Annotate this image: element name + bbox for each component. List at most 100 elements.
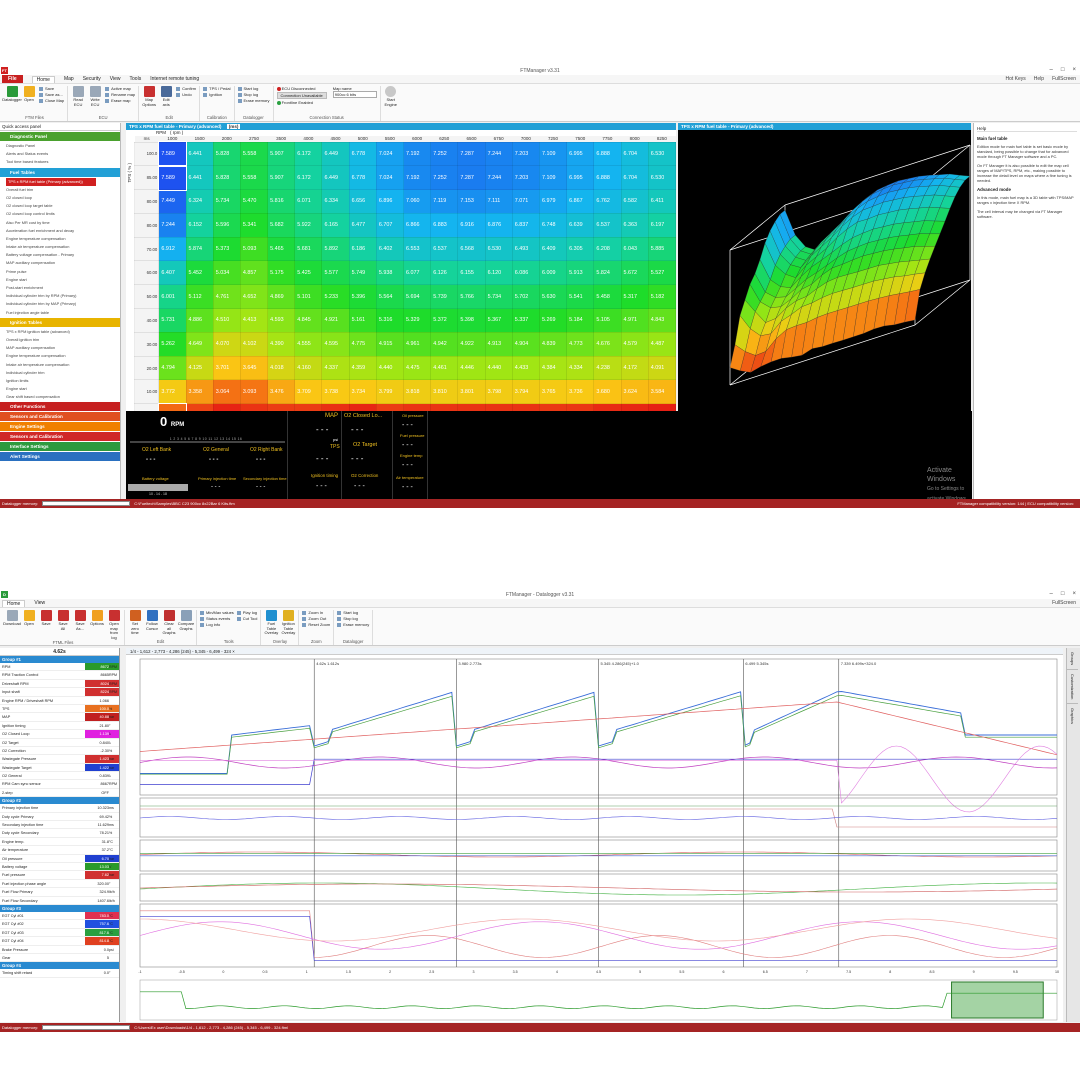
tps-axis-cell[interactable]: 40.00 <box>133 308 160 333</box>
fuel-cell[interactable]: 4.904 <box>511 331 540 357</box>
fuel-cell[interactable]: 6.778 <box>348 165 377 191</box>
maximize-icon[interactable]: □ <box>1061 591 1065 597</box>
qap-item[interactable]: Individual cylinder trim by RPM (Primary… <box>0 292 120 300</box>
fuel-cell[interactable]: 4.593 <box>267 308 296 333</box>
qap-item[interactable]: Overall ignition trim <box>0 336 120 344</box>
fuel-cell[interactable]: 4.915 <box>375 331 405 357</box>
fuel-cell[interactable]: 4.579 <box>620 331 649 357</box>
fuel-cell[interactable]: 6.896 <box>375 189 405 214</box>
ribbon-small-button[interactable]: Play log <box>237 610 258 615</box>
ribbon-button[interactable]: Fuel Table Overlay <box>264 610 278 636</box>
fuel-cell[interactable]: 5.233 <box>321 284 350 310</box>
channel-row[interactable]: Gear 5 <box>0 954 119 963</box>
qap-item[interactable]: TPS x RPM ignition table (advanced) <box>0 328 120 336</box>
fuel-cell[interactable]: 6.363 <box>620 212 649 238</box>
channel-row[interactable]: O2 Closed Loop 1.139 λ <box>0 730 119 739</box>
overview-strip[interactable] <box>139 979 1058 1021</box>
channel-row[interactable]: Fuel Flow Primary 324.9 lb/h <box>0 888 119 897</box>
fuel-cell[interactable]: 6.656 <box>348 189 377 214</box>
tab-groups[interactable]: Groups <box>1067 648 1078 671</box>
fuel-cell[interactable]: 7.589 <box>157 141 188 167</box>
fuel-cell[interactable]: 5.564 <box>375 284 405 310</box>
start-engine-button[interactable]: Start Engine <box>384 86 398 107</box>
fuel-cell[interactable]: 3.798 <box>484 379 513 405</box>
ribbon-button[interactable]: Download <box>3 610 21 627</box>
fuel-cell[interactable]: 5.577 <box>321 260 350 286</box>
fuel-cell[interactable]: 5.452 <box>185 260 214 286</box>
channel-row[interactable]: Primary injection time 10.323 ms <box>0 804 119 813</box>
menu-home[interactable]: Home <box>31 75 55 83</box>
fuel-cell[interactable]: 5.766 <box>457 284 486 310</box>
qap-item[interactable]: O2 closed loop control limits <box>0 210 120 218</box>
fuel-cell[interactable]: 5.749 <box>348 260 377 286</box>
fuel-cell[interactable]: 4.843 <box>647 308 677 333</box>
fuel-cell[interactable]: 5.558 <box>239 165 269 191</box>
menu-home[interactable]: Home <box>2 599 26 607</box>
fuel-cell[interactable]: 4.845 <box>294 308 323 333</box>
tps-axis-cell[interactable]: 80.00 <box>133 189 160 214</box>
fuel-cell[interactable]: 5.317 <box>620 284 649 310</box>
fuel-cell[interactable]: 6.537 <box>593 212 622 238</box>
datalogger-button[interactable]: Datalogger <box>2 86 22 103</box>
fuel-cell[interactable]: 5.913 <box>566 260 595 286</box>
erase-memory-button[interactable]: Erase memory <box>238 98 270 103</box>
fuel-cell[interactable]: 6.009 <box>538 260 568 286</box>
rename-map-button[interactable]: Rename map <box>105 92 135 97</box>
minimize-icon[interactable]: – <box>1050 67 1053 73</box>
erase-map-button[interactable]: Erase map <box>105 98 135 103</box>
fuel-cell[interactable]: 3.772 <box>158 379 187 405</box>
channel-row[interactable]: Secondary injection time 11.629 ms <box>0 821 119 830</box>
fuel-cell[interactable]: 5.682 <box>267 212 296 238</box>
fuel-cell[interactable]: 5.892 <box>321 236 350 262</box>
fuel-cell[interactable]: 6.449 <box>321 165 350 191</box>
fuel-cell[interactable]: 5.874 <box>185 236 214 262</box>
fuel-cell[interactable]: 4.839 <box>538 331 568 357</box>
qap-item[interactable]: Prime pulse <box>0 268 120 276</box>
fuel-cell[interactable]: 4.433 <box>511 355 540 381</box>
channel-row[interactable]: RPM 8672 RPM <box>0 663 119 672</box>
channel-row[interactable]: Battery voltage 13.03 V <box>0 862 119 872</box>
fuel-cell[interactable]: 7.024 <box>375 141 405 167</box>
fuel-cell[interactable]: 7.153 <box>457 189 486 214</box>
fuel-cell[interactable]: 6.707 <box>375 212 405 238</box>
active-map-button[interactable]: Active map <box>105 86 135 91</box>
fullscreen-button[interactable]: FullScreen <box>1052 76 1076 82</box>
qap-item[interactable]: Engine start <box>0 385 120 393</box>
ribbon-button[interactable]: Ignition Table Overlay <box>281 610 295 636</box>
channel-row[interactable]: Engine temp. 31.8 °C <box>0 838 119 847</box>
overview-selection[interactable] <box>951 981 1044 1019</box>
fuel-cell[interactable]: 5.034 <box>212 260 241 286</box>
fuel-cell[interactable]: 5.316 <box>375 308 405 333</box>
channel-row[interactable]: Air temperature 37.2 °C <box>0 846 119 855</box>
fuel-cell[interactable]: 4.676 <box>593 331 622 357</box>
fuel-cell[interactable]: 4.070 <box>212 331 241 357</box>
fuel-cell[interactable]: 3.734 <box>348 379 377 405</box>
fuel-cell[interactable]: 5.105 <box>593 308 622 333</box>
fuel-cell[interactable]: 3.358 <box>185 379 214 405</box>
fuel-cell[interactable]: 6.778 <box>348 141 377 167</box>
fuel-cell[interactable]: 6.086 <box>511 260 540 286</box>
channel-row[interactable]: EGT Cyl #04 814.8 °C <box>0 937 119 946</box>
fuel-cell[interactable]: 5.269 <box>538 308 568 333</box>
fuel-cell[interactable]: 4.857 <box>239 260 269 286</box>
tps-axis-cell[interactable]: 85.00 <box>133 165 160 191</box>
fuel-cell[interactable]: 7.071 <box>511 189 540 214</box>
qap-section-header[interactable]: Interface Settings <box>0 442 120 452</box>
qap-section-header[interactable]: Sensors and Calibration <box>0 412 120 422</box>
fuel-cell[interactable]: 7.287 <box>457 141 486 167</box>
fuel-cell[interactable]: 6.441 <box>185 141 214 167</box>
fuel-cell[interactable]: 7.244 <box>484 141 513 167</box>
fuel-cell[interactable]: 3.818 <box>403 379 432 405</box>
fuel-cell[interactable]: 3.584 <box>647 379 677 405</box>
channel-row[interactable]: RPM Traction Control 8665 RPM <box>0 671 119 680</box>
fuel-cell[interactable]: 3.799 <box>375 379 405 405</box>
qap-item[interactable]: Individual cylinder trim <box>0 369 120 377</box>
qap-item[interactable]: Overall fuel trim <box>0 186 120 194</box>
qap-item[interactable]: Individual cylinder trim by MAP (Primary… <box>0 300 120 308</box>
channel-group-header[interactable]: Group #2 <box>0 797 119 805</box>
fuel-cell[interactable]: 5.341 <box>239 212 269 238</box>
maximize-icon[interactable]: □ <box>1061 67 1065 73</box>
fuel-cell[interactable]: 7.024 <box>375 165 405 191</box>
fuel-cell[interactable]: 4.775 <box>348 331 377 357</box>
fuel-cell[interactable]: 5.372 <box>430 308 459 333</box>
